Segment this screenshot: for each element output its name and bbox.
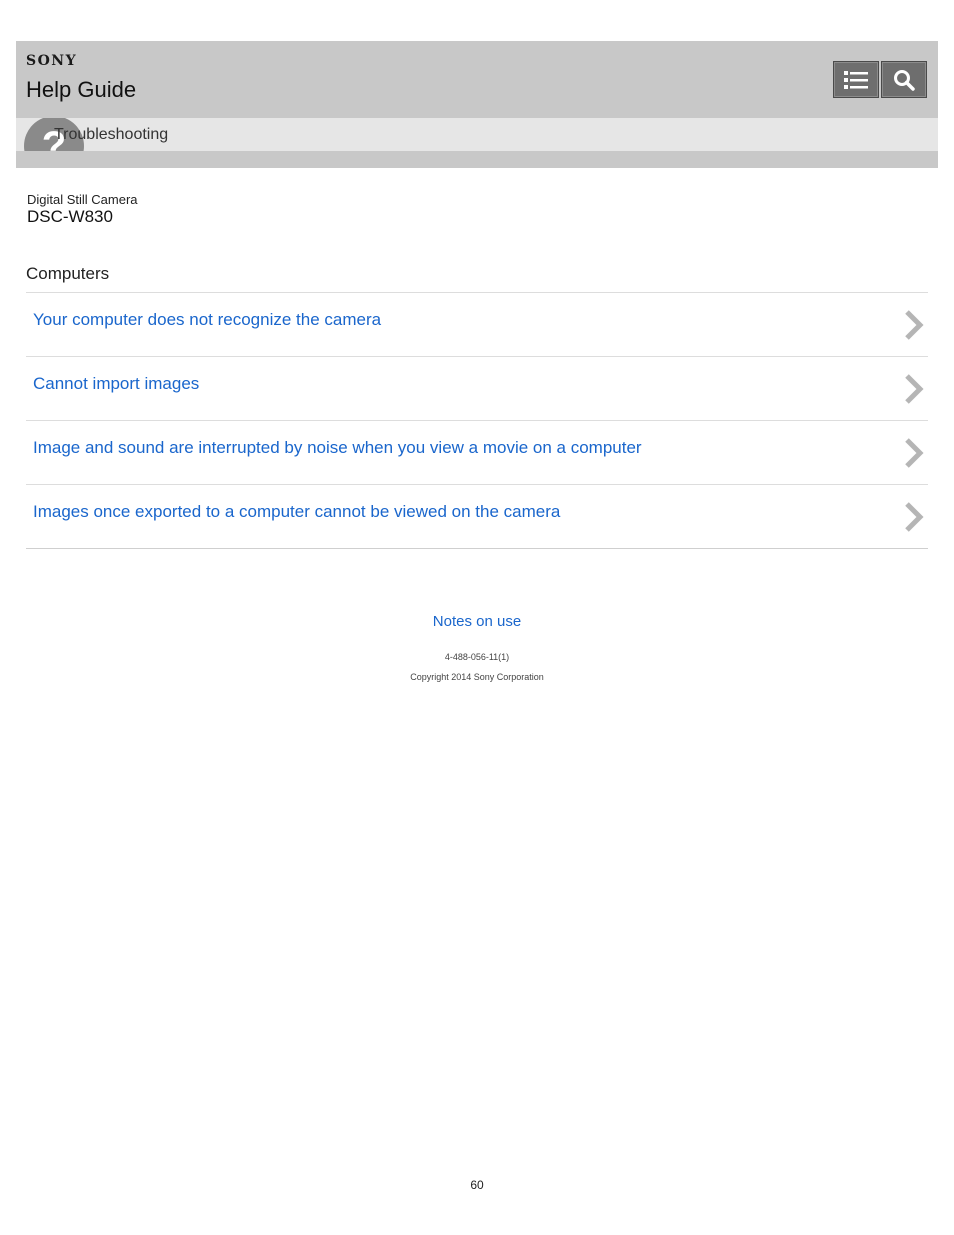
notes-on-use-link[interactable]: Notes on use bbox=[0, 613, 954, 630]
list-item[interactable]: Cannot import images bbox=[26, 357, 928, 421]
brand-logo: SONY bbox=[26, 53, 78, 69]
header-bar: SONY Help Guide bbox=[16, 41, 938, 118]
list-menu-icon bbox=[844, 70, 868, 89]
search-icon bbox=[894, 69, 915, 91]
list-item[interactable]: Images once exported to a computer canno… bbox=[26, 485, 928, 549]
chevron-right-icon bbox=[905, 310, 924, 340]
chevron-right-icon bbox=[905, 502, 924, 532]
breadcrumb-troubleshooting[interactable]: Troubleshooting bbox=[54, 126, 168, 144]
copyright-text: Copyright 2014 Sony Corporation bbox=[410, 672, 544, 682]
header-divider bbox=[16, 151, 938, 168]
page-title: Help Guide bbox=[26, 77, 137, 102]
page-number: 60 bbox=[470, 1178, 484, 1192]
topic-link-cannot-import[interactable]: Cannot import images bbox=[33, 374, 199, 394]
search-button[interactable] bbox=[881, 61, 927, 98]
document-code: 4-488-056-11(1) bbox=[444, 652, 510, 662]
breadcrumb: ? Troubleshooting bbox=[16, 118, 938, 151]
product-model: DSC-W830 bbox=[27, 207, 113, 226]
list-item[interactable]: Your computer does not recognize the cam… bbox=[26, 293, 928, 357]
product-type: Digital Still Camera bbox=[27, 192, 138, 207]
menu-button[interactable] bbox=[833, 61, 879, 98]
chevron-right-icon bbox=[905, 374, 924, 404]
topic-list: Your computer does not recognize the cam… bbox=[26, 292, 928, 549]
section-title: Computers bbox=[26, 264, 110, 283]
topic-link-noise-interrupted[interactable]: Image and sound are interrupted by noise… bbox=[33, 438, 642, 458]
topic-link-exported-images[interactable]: Images once exported to a computer canno… bbox=[33, 502, 560, 522]
chevron-right-icon bbox=[905, 438, 924, 468]
list-item[interactable]: Image and sound are interrupted by noise… bbox=[26, 421, 928, 485]
topic-link-computer-not-recognize[interactable]: Your computer does not recognize the cam… bbox=[33, 310, 381, 330]
